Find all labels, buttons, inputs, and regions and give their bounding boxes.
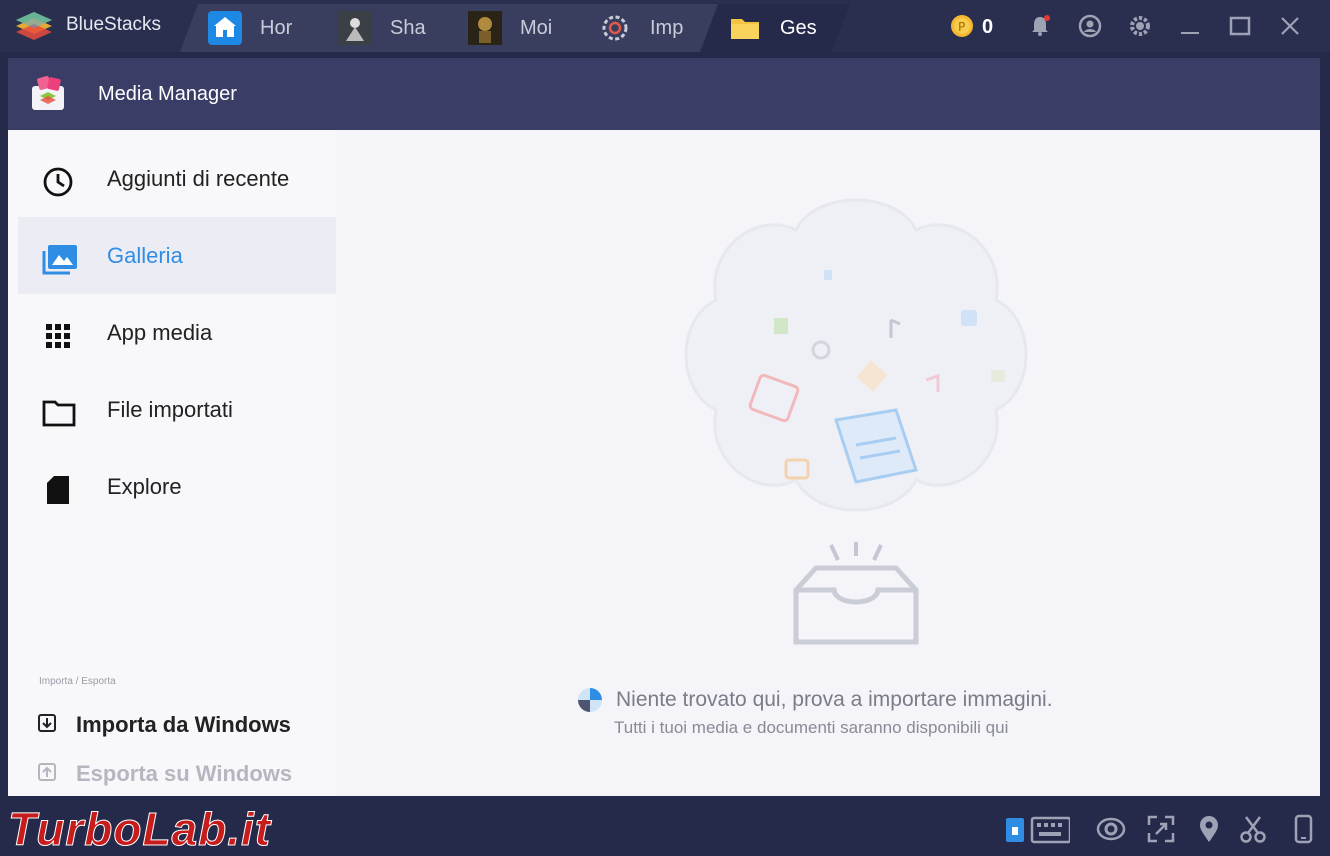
close-icon[interactable] — [1278, 14, 1302, 38]
sidebar-item-label: Aggiunti di recente — [107, 166, 290, 191]
tab-label: Ges — [780, 17, 817, 39]
tab-home[interactable]: Hor — [180, 4, 330, 52]
tab-game-moi[interactable]: Moi — [440, 4, 590, 52]
sidebar-item-recent[interactable]: Aggiunti di recente — [18, 140, 336, 217]
coin-icon[interactable]: P — [950, 14, 974, 38]
sd-card-icon — [47, 476, 69, 504]
bluestacks-window: BlueStacks Hor Sha Moi Imp Ges P 0 Media… — [0, 0, 1330, 856]
sidebar-item-label: Galleria — [107, 243, 183, 268]
maximize-icon[interactable] — [1228, 14, 1252, 38]
app-name: BlueStacks — [66, 14, 162, 35]
tab-label: Sha — [390, 17, 426, 39]
sidebar-item-label: App media — [107, 320, 213, 345]
tab-label: Moi — [520, 17, 553, 39]
sidebar-item-app-media[interactable]: App media — [18, 294, 336, 371]
sidebar-item-gallery[interactable]: Galleria — [18, 217, 336, 294]
folder-icon — [728, 11, 762, 45]
import-export-caption: Importa / Esporta — [39, 676, 116, 687]
title-bar: BlueStacks Hor Sha Moi Imp Ges P 0 — [0, 0, 1330, 52]
import-icon — [38, 714, 56, 732]
tab-label: Imp — [650, 17, 684, 39]
folder-icon — [42, 400, 76, 427]
sidebar-item-label: Explore — [107, 474, 182, 499]
minimize-icon[interactable] — [1178, 14, 1202, 38]
account-icon[interactable] — [1078, 14, 1102, 38]
fullscreen-icon[interactable] — [1146, 814, 1176, 844]
gallery-icon — [42, 245, 77, 275]
coin-count: 0 — [982, 16, 994, 38]
sidebar: Aggiunti di recente Galleria App media F… — [8, 130, 336, 796]
sidebar-item-imported-files[interactable]: File importati — [18, 371, 336, 448]
home-icon — [208, 11, 242, 45]
grid-icon — [46, 324, 70, 348]
empty-state-illustration — [684, 198, 1028, 645]
media-manager-icon — [32, 76, 64, 110]
tab-settings[interactable]: Imp — [570, 4, 720, 52]
gear-icon[interactable] — [1128, 14, 1152, 38]
sidebar-item-explore[interactable]: Explore — [18, 448, 336, 525]
bell-icon[interactable] — [1028, 14, 1052, 38]
scissors-icon[interactable] — [1238, 814, 1268, 844]
tab-media-manager[interactable]: Ges — [700, 4, 850, 52]
phone-rotate-icon[interactable] — [1288, 814, 1318, 844]
page-title: Media Manager — [98, 83, 237, 105]
svg-text:P: P — [958, 20, 965, 34]
app-header: Media Manager — [8, 58, 1320, 130]
sidebar-item-label: File importati — [107, 397, 233, 422]
titlebar-controls: P 0 — [950, 0, 1330, 52]
game-icon — [468, 11, 502, 45]
empty-state-submessage: Tutti i tuoi media e documenti saranno d… — [614, 718, 1009, 737]
watermark-logo: TurboLab.it — [7, 803, 272, 856]
bottom-toolbar: TurboLab.it — [0, 800, 1330, 856]
clock-icon — [43, 167, 73, 197]
import-label: Importa da Windows — [76, 712, 291, 737]
eye-icon[interactable] — [1096, 814, 1126, 844]
export-label: Esporta su Windows — [76, 761, 293, 786]
tab-label: Hor — [260, 17, 293, 39]
empty-state-message: Niente trovato qui, prova a importare im… — [616, 688, 1053, 711]
bluestacks-logo-icon — [16, 12, 52, 40]
loading-spinner-icon — [578, 688, 602, 712]
keyboard-icon[interactable] — [1004, 814, 1070, 844]
game-icon — [338, 11, 372, 45]
location-pin-icon[interactable] — [1194, 814, 1224, 844]
export-icon — [38, 763, 56, 781]
settings-icon — [598, 11, 632, 45]
main-content: Niente trovato qui, prova a importare im… — [336, 130, 1320, 796]
tab-game-sha[interactable]: Sha — [310, 4, 460, 52]
